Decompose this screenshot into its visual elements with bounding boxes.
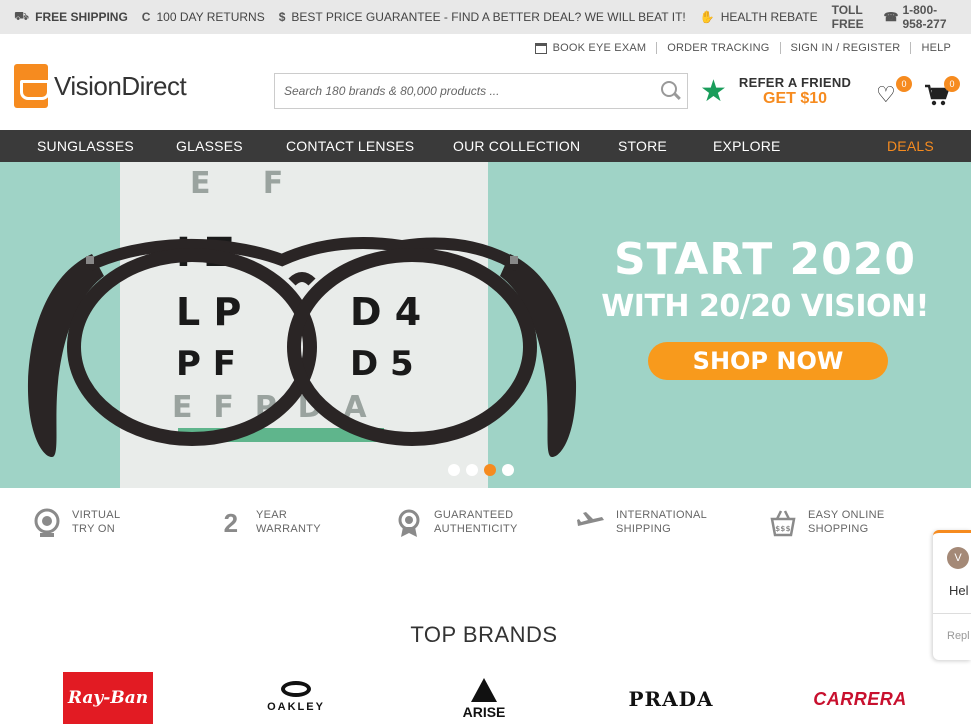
- utility-links: BOOK EYE EXAM ORDER TRACKING SIGN IN / R…: [0, 34, 971, 62]
- cart-button[interactable]: 0: [924, 76, 960, 112]
- oakley-text: OAKLEY: [267, 701, 325, 713]
- chat-greeting: Hel: [949, 583, 969, 598]
- feature-warranty[interactable]: 2 YEAR WARRANTY: [216, 508, 326, 538]
- guarantee-item: $ BEST PRICE GUARANTEE - FIND A BETTER D…: [279, 10, 686, 24]
- brand-oakley-logo[interactable]: OAKLEY: [258, 672, 334, 722]
- hero-title-line2: WITH 20/20 VISION!: [601, 289, 929, 324]
- divider: [779, 42, 781, 54]
- calendar-icon: [534, 42, 547, 54]
- rebate-text: HEALTH REBATE: [720, 10, 818, 24]
- features-strip: VIRTUAL TRY ON 2 YEAR WARRANTY GUARANTEE…: [0, 488, 971, 564]
- cart-count-badge: 0: [944, 76, 960, 92]
- arise-text: ARISE: [462, 704, 506, 720]
- search-bar: [274, 73, 688, 109]
- truck-icon: ⛟: [14, 9, 30, 23]
- feature-warranty-label: YEAR WARRANTY: [256, 509, 321, 535]
- star-icon: ★: [700, 74, 727, 108]
- carousel-dot-active[interactable]: [484, 464, 496, 476]
- nav-deals[interactable]: DEALS: [887, 130, 934, 162]
- hand-coin-icon: ✋: [699, 10, 715, 24]
- dollar-icon: $: [278, 10, 286, 24]
- nav-contact-lenses[interactable]: CONTACT LENSES: [286, 130, 414, 162]
- phone-icon: ☎: [883, 10, 899, 24]
- book-eye-exam-label: BOOK EYE EXAM: [552, 42, 647, 54]
- search-input[interactable]: [275, 74, 653, 108]
- feature-international-shipping-label: INTERNATIONAL SHIPPING: [616, 509, 707, 535]
- top-brands-heading: TOP BRANDS: [410, 622, 558, 647]
- brand-arise-logo[interactable]: ARISE: [458, 672, 510, 726]
- brand-prada-logo[interactable]: PRADA: [626, 672, 716, 726]
- hero-headline: START 2020 WITH 20/20 VISION!: [600, 234, 930, 324]
- order-tracking-link[interactable]: ORDER TRACKING: [667, 42, 769, 54]
- carousel-dot[interactable]: [502, 464, 514, 476]
- webcam-icon: [34, 508, 60, 537]
- hero-title-line1: START 2020: [613, 234, 917, 285]
- warranty-number-icon: 2: [223, 508, 239, 538]
- feature-virtual-try-on-label: VIRTUAL TRY ON: [72, 509, 120, 535]
- refer-line1: REFER A FRIEND: [738, 75, 852, 90]
- chat-reply-input[interactable]: Repl: [933, 613, 971, 661]
- wishlist-count-badge: 0: [896, 76, 912, 92]
- nav-glasses[interactable]: GLASSES: [176, 130, 243, 162]
- free-shipping-text: FREE SHIPPING: [35, 10, 128, 24]
- rebate-item[interactable]: ✋ HEALTH REBATE: [700, 10, 818, 24]
- divider: [910, 42, 912, 54]
- toll-label: TOLL FREE: [831, 3, 864, 31]
- feature-authenticity[interactable]: GUARANTEED AUTHENTICITY: [394, 508, 524, 538]
- feature-easy-shopping[interactable]: $$$ EASY ONLINE SHOPPING: [768, 508, 888, 538]
- toll-number: 1-800-958-277: [902, 3, 947, 31]
- announcement-bar: ⛟ FREE SHIPPING C 100 DAY RETURNS $ BEST…: [0, 0, 971, 34]
- carousel-dot[interactable]: [448, 464, 460, 476]
- feature-international-shipping[interactable]: INTERNATIONAL SHIPPING: [576, 508, 716, 538]
- feature-authenticity-label: GUARANTEED AUTHENTICITY: [434, 509, 518, 535]
- brand-rayban-logo[interactable]: Ray-Ban: [63, 672, 153, 724]
- nav-explore[interactable]: EXPLORE: [713, 130, 781, 162]
- chat-widget[interactable]: V Hel Repl: [933, 530, 971, 660]
- hero-banner[interactable]: E F I Z L P D 4 P F D 5 E F P D A START …: [0, 162, 971, 488]
- feature-virtual-try-on[interactable]: VIRTUAL TRY ON: [32, 508, 132, 538]
- nav-store[interactable]: STORE: [618, 130, 667, 162]
- brand-carrera-logo[interactable]: CARRERA: [813, 672, 906, 726]
- airplane-icon: [577, 512, 604, 526]
- oakley-ellipse-icon: [281, 681, 311, 697]
- guarantee-text: BEST PRICE GUARANTEE - FIND A BETTER DEA…: [291, 10, 686, 24]
- shopping-basket-icon: $$$: [770, 510, 796, 537]
- svg-text:$$$: $$$: [775, 525, 791, 533]
- free-shipping-item: ⛟ FREE SHIPPING: [14, 9, 128, 25]
- award-icon: [398, 509, 420, 537]
- logo[interactable]: VisionDirect: [14, 64, 187, 108]
- arise-triangle-icon: [471, 678, 497, 702]
- site-header: VisionDirect ★ REFER A FRIEND GET $10 ♡ …: [0, 62, 971, 130]
- nav-our-collection[interactable]: OUR COLLECTION: [453, 130, 580, 162]
- logo-text: VisionDirect: [54, 70, 187, 101]
- wishlist-button[interactable]: ♡ 0: [876, 76, 912, 112]
- search-icon[interactable]: [653, 74, 687, 108]
- divider: [656, 42, 658, 54]
- chat-avatar: V: [947, 547, 969, 569]
- returns-text: 100 DAY RETURNS: [156, 10, 265, 24]
- refer-friend-promo[interactable]: ★ REFER A FRIEND GET $10: [700, 76, 851, 107]
- book-eye-exam-link[interactable]: BOOK EYE EXAM: [534, 42, 647, 54]
- returns-item: C 100 DAY RETURNS: [142, 10, 265, 24]
- chart-blur-row: E F: [190, 166, 284, 201]
- carousel-dot[interactable]: [466, 464, 478, 476]
- refresh-icon: C: [141, 10, 151, 24]
- sign-in-link[interactable]: SIGN IN / REGISTER: [791, 42, 901, 54]
- eyeglasses-image: [27, 236, 577, 457]
- carousel-dots: [448, 464, 520, 476]
- heart-icon: ♡: [876, 82, 896, 107]
- main-nav: SUNGLASSES GLASSES CONTACT LENSES OUR CO…: [0, 130, 971, 162]
- help-link[interactable]: HELP: [921, 42, 951, 54]
- nav-sunglasses[interactable]: SUNGLASSES: [37, 130, 134, 162]
- refer-line2: GET $10: [763, 90, 828, 107]
- logo-glasses-icon: [14, 64, 50, 108]
- toll-free[interactable]: TOLL FREE ☎ 1-800-958-277: [832, 3, 957, 31]
- feature-easy-shopping-label: EASY ONLINE SHOPPING: [808, 509, 885, 535]
- shop-now-button[interactable]: SHOP NOW: [648, 342, 888, 380]
